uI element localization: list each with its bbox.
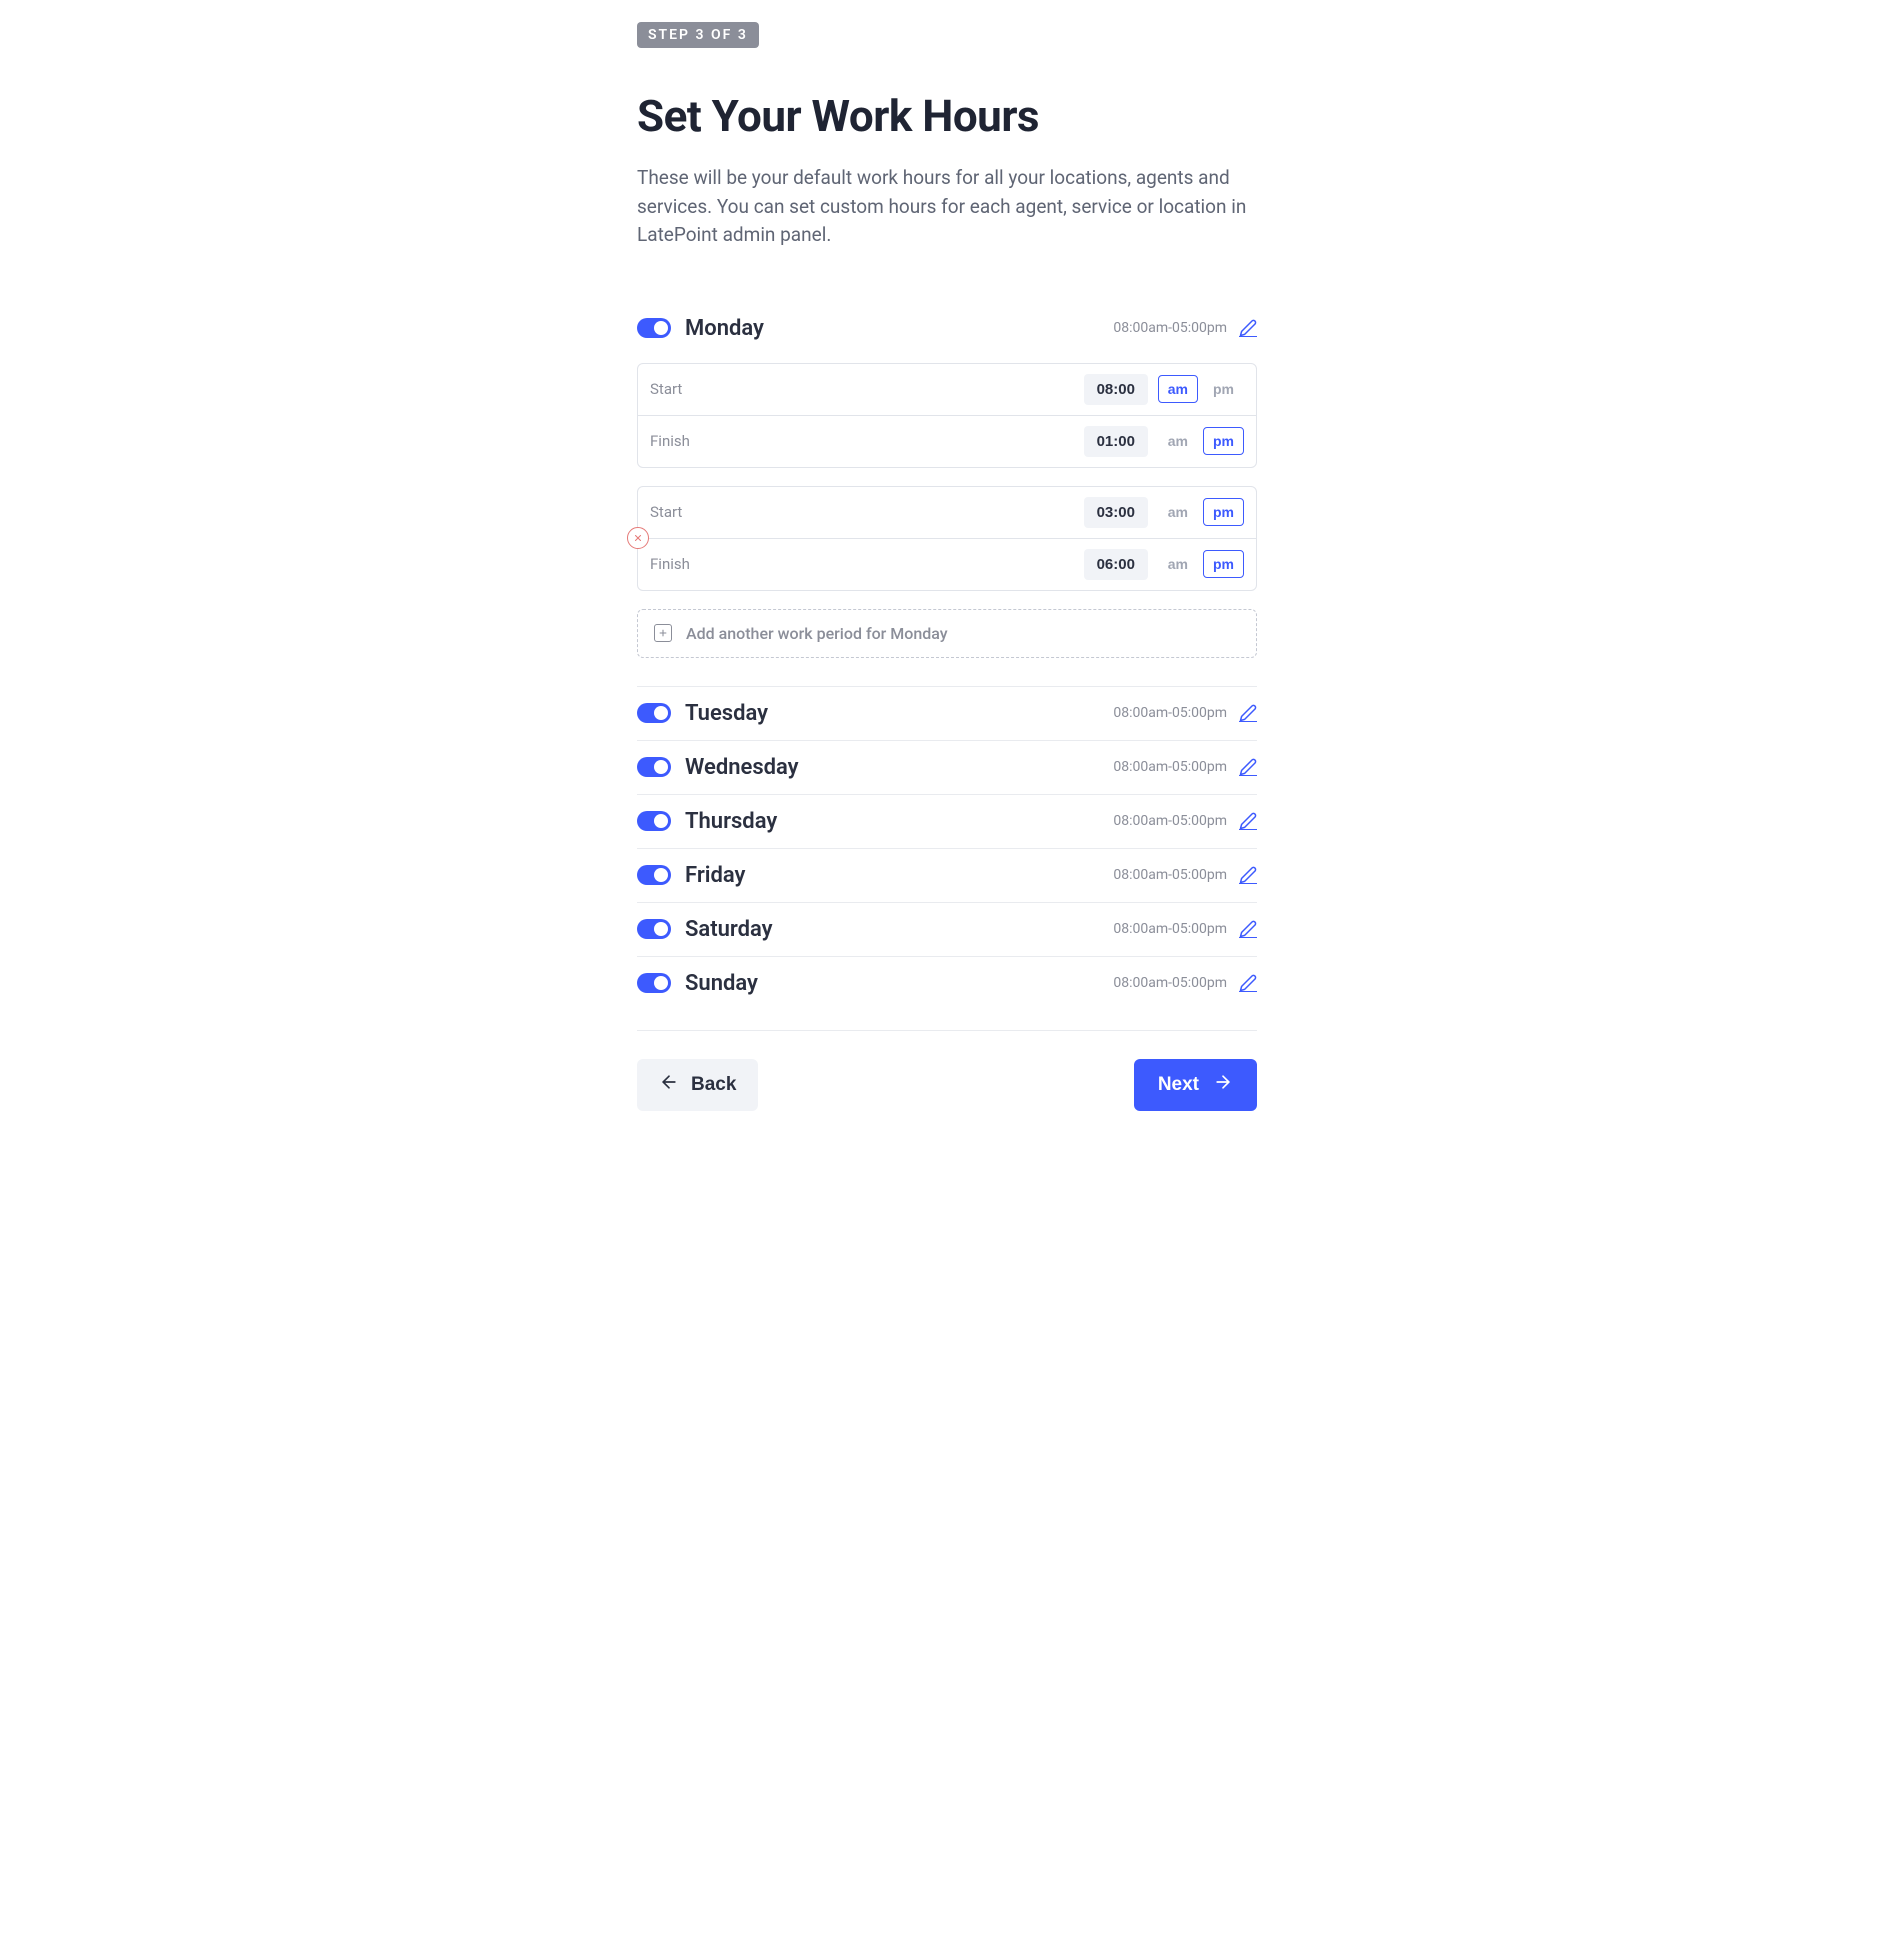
edit-icon[interactable]: [1239, 704, 1257, 722]
day-row-wednesday: Wednesday 08:00am-05:00pm: [637, 741, 1257, 795]
period-row-finish: Finish am pm: [638, 415, 1256, 467]
next-button[interactable]: Next: [1134, 1059, 1257, 1111]
period-block: Start am pm Finish am pm: [637, 486, 1257, 591]
ampm-pm-button[interactable]: pm: [1203, 550, 1244, 578]
edit-icon[interactable]: [1239, 974, 1257, 992]
period-label-finish: Finish: [650, 555, 1084, 573]
period-label-finish: Finish: [650, 432, 1084, 450]
day-name: Tuesday: [685, 701, 1113, 726]
day-row-monday: Monday 08:00am-05:00pm: [637, 302, 1257, 341]
period-block: Start am pm Finish am pm: [637, 363, 1257, 468]
period-row-start: Start am pm: [638, 364, 1256, 415]
ampm-pm-button[interactable]: pm: [1203, 375, 1244, 403]
toggle-saturday[interactable]: [637, 919, 671, 939]
ampm-group: am pm: [1158, 498, 1244, 526]
remove-period-button[interactable]: [627, 527, 649, 549]
back-button-label: Back: [691, 1074, 736, 1096]
back-button[interactable]: Back: [637, 1059, 758, 1111]
period-row-start: Start am pm: [638, 487, 1256, 538]
edit-icon[interactable]: [1239, 758, 1257, 776]
day-hours: 08:00am-05:00pm: [1113, 867, 1227, 883]
footer-nav: Back Next: [637, 1030, 1257, 1111]
ampm-pm-button[interactable]: pm: [1203, 498, 1244, 526]
day-row-sunday: Sunday 08:00am-05:00pm: [637, 957, 1257, 1010]
day-hours: 08:00am-05:00pm: [1113, 813, 1227, 829]
arrow-left-icon: [659, 1072, 679, 1098]
toggle-monday[interactable]: [637, 318, 671, 338]
edit-icon[interactable]: [1239, 319, 1257, 337]
day-name: Sunday: [685, 971, 1113, 996]
ampm-group: am pm: [1158, 550, 1244, 578]
day-name: Saturday: [685, 917, 1113, 942]
time-input-start[interactable]: [1084, 497, 1148, 528]
ampm-pm-button[interactable]: pm: [1203, 427, 1244, 455]
edit-icon[interactable]: [1239, 866, 1257, 884]
toggle-tuesday[interactable]: [637, 703, 671, 723]
day-hours: 08:00am-05:00pm: [1113, 921, 1227, 937]
day-row-thursday: Thursday 08:00am-05:00pm: [637, 795, 1257, 849]
arrow-right-icon: [1213, 1072, 1233, 1098]
time-input-finish[interactable]: [1084, 549, 1148, 580]
page-title: Set Your Work Hours: [637, 90, 1257, 142]
period-row-finish: Finish am pm: [638, 538, 1256, 590]
toggle-wednesday[interactable]: [637, 757, 671, 777]
next-button-label: Next: [1158, 1074, 1199, 1096]
page-description: These will be your default work hours fo…: [637, 164, 1257, 250]
period-label-start: Start: [650, 503, 1084, 521]
day-row-saturday: Saturday 08:00am-05:00pm: [637, 903, 1257, 957]
day-hours: 08:00am-05:00pm: [1113, 705, 1227, 721]
day-row-friday: Friday 08:00am-05:00pm: [637, 849, 1257, 903]
edit-icon[interactable]: [1239, 812, 1257, 830]
add-period-button[interactable]: Add another work period for Monday: [637, 609, 1257, 658]
plus-icon: [654, 624, 672, 642]
day-hours-monday: 08:00am-05:00pm: [1113, 320, 1227, 336]
day-name: Wednesday: [685, 755, 1113, 780]
ampm-am-button[interactable]: am: [1158, 375, 1198, 403]
toggle-thursday[interactable]: [637, 811, 671, 831]
time-input-finish[interactable]: [1084, 426, 1148, 457]
toggle-sunday[interactable]: [637, 973, 671, 993]
ampm-group: am pm: [1158, 427, 1244, 455]
day-name-monday: Monday: [685, 316, 1113, 341]
toggle-friday[interactable]: [637, 865, 671, 885]
periods-container-monday: Start am pm Finish am pm: [637, 363, 1257, 658]
day-name: Friday: [685, 863, 1113, 888]
ampm-am-button[interactable]: am: [1158, 550, 1198, 578]
add-period-text: Add another work period for Monday: [686, 624, 948, 643]
day-name: Thursday: [685, 809, 1113, 834]
step-badge: STEP 3 OF 3: [637, 22, 759, 48]
ampm-group: am pm: [1158, 375, 1244, 403]
day-hours: 08:00am-05:00pm: [1113, 975, 1227, 991]
edit-icon[interactable]: [1239, 920, 1257, 938]
day-row-tuesday: Tuesday 08:00am-05:00pm: [637, 687, 1257, 741]
time-input-start[interactable]: [1084, 374, 1148, 405]
period-label-start: Start: [650, 380, 1084, 398]
ampm-am-button[interactable]: am: [1158, 427, 1198, 455]
other-days-list: Tuesday 08:00am-05:00pm Wednesday 08:00a…: [637, 687, 1257, 1010]
ampm-am-button[interactable]: am: [1158, 498, 1198, 526]
day-hours: 08:00am-05:00pm: [1113, 759, 1227, 775]
